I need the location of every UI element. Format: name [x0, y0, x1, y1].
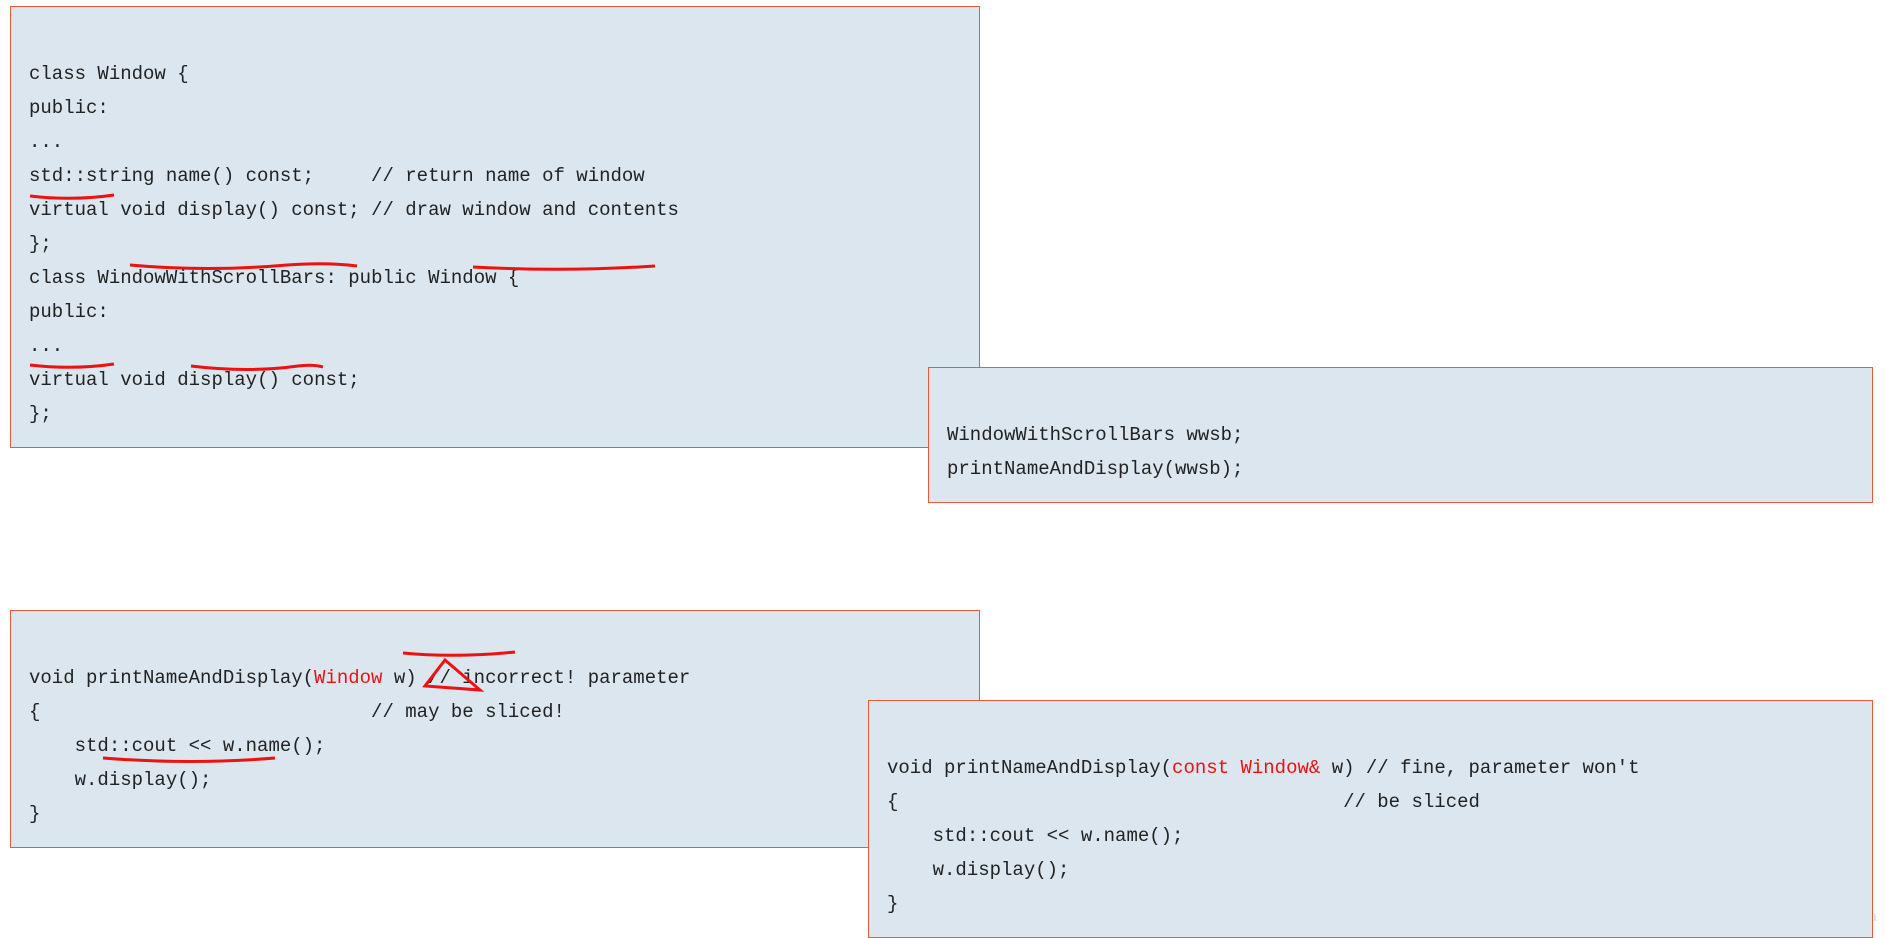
- code-box-correct-fn: void printNameAndDisplay(const Window& w…: [868, 700, 1873, 938]
- code-box-window-classes: class Window { public: ... std::string n…: [10, 6, 980, 448]
- code-box-usage: WindowWithScrollBars wwsb; printNameAndD…: [928, 367, 1873, 503]
- code-line: std::cout << w.name();: [887, 825, 1183, 847]
- code-line: printNameAndDisplay(wwsb);: [947, 458, 1243, 480]
- code-line: { // be sliced: [887, 791, 1480, 813]
- code-line: void printNameAndDisplay(Window w) // in…: [29, 667, 690, 689]
- code-line: { // may be sliced!: [29, 701, 565, 723]
- code-line: ...: [29, 131, 63, 153]
- code-line: public:: [29, 97, 109, 119]
- code-line: ...: [29, 335, 63, 357]
- code-line: class Window {: [29, 63, 189, 85]
- code-line: };: [29, 233, 52, 255]
- code-line: w.display();: [887, 859, 1069, 881]
- code-line: virtual void display() const; // draw wi…: [29, 199, 679, 221]
- code-line: };: [29, 403, 52, 425]
- code-line: WindowWithScrollBars wwsb;: [947, 424, 1243, 446]
- code-line: virtual void display() const;: [29, 369, 360, 391]
- code-line: std::cout << w.name();: [29, 735, 325, 757]
- code-line: }: [29, 803, 40, 825]
- code-line: class WindowWithScrollBars: public Windo…: [29, 267, 519, 289]
- code-line: void printNameAndDisplay(const Window& w…: [887, 757, 1640, 779]
- code-line: w.display();: [29, 769, 211, 791]
- code-line: }: [887, 893, 898, 915]
- code-line: public:: [29, 301, 109, 323]
- code-box-incorrect-fn: void printNameAndDisplay(Window w) // in…: [10, 610, 980, 848]
- code-line: std::string name() const; // return name…: [29, 165, 645, 187]
